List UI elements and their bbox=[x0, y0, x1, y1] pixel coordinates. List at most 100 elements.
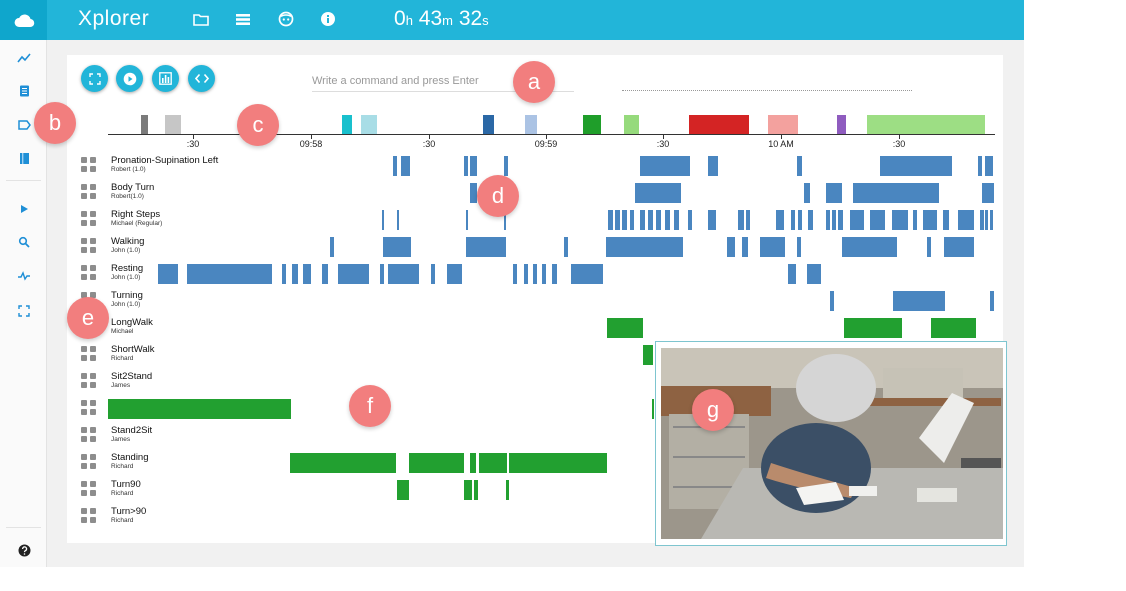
book-icon[interactable] bbox=[14, 148, 34, 168]
track-segment[interactable] bbox=[708, 210, 716, 230]
cloud-logo-icon[interactable] bbox=[0, 0, 47, 40]
track-segment[interactable] bbox=[338, 264, 369, 284]
track-control-button[interactable] bbox=[81, 373, 87, 379]
track-segment[interactable] bbox=[303, 264, 311, 284]
track-segment[interactable] bbox=[470, 453, 476, 473]
track-segment[interactable] bbox=[542, 264, 546, 284]
track-row[interactable]: Pronation-Supination Left Robert (1.0) bbox=[80, 155, 1000, 182]
track-segment[interactable] bbox=[397, 210, 399, 230]
track-segment[interactable] bbox=[606, 237, 654, 257]
track-control-button[interactable] bbox=[90, 517, 96, 523]
overview-block[interactable] bbox=[583, 115, 601, 134]
track-row[interactable]: Turning John (1.0) bbox=[80, 290, 1000, 317]
track-segment[interactable] bbox=[552, 264, 557, 284]
track-segment[interactable] bbox=[797, 237, 801, 257]
track-segment[interactable] bbox=[798, 210, 802, 230]
track-control-button[interactable] bbox=[81, 463, 87, 469]
track-control-button[interactable] bbox=[90, 508, 96, 514]
track-control-button[interactable] bbox=[90, 355, 96, 361]
track-segment[interactable] bbox=[571, 264, 603, 284]
track-segment[interactable] bbox=[533, 264, 537, 284]
track-control-button[interactable] bbox=[90, 247, 96, 253]
track-control-button[interactable] bbox=[81, 238, 87, 244]
track-segment[interactable] bbox=[470, 156, 477, 176]
overview-block[interactable] bbox=[624, 115, 639, 134]
track-control-button[interactable] bbox=[90, 373, 96, 379]
track-segment[interactable] bbox=[474, 480, 478, 500]
track-segment[interactable] bbox=[187, 264, 272, 284]
track-segment[interactable] bbox=[643, 345, 653, 365]
track-segment[interactable] bbox=[431, 264, 435, 284]
track-control-button[interactable] bbox=[90, 463, 96, 469]
track-segment[interactable] bbox=[990, 291, 994, 311]
track-control-button[interactable] bbox=[90, 265, 96, 271]
waveform-icon[interactable] bbox=[14, 266, 34, 286]
track-segment[interactable] bbox=[564, 237, 568, 257]
track-control-button[interactable] bbox=[90, 427, 96, 433]
track-segment[interactable] bbox=[923, 210, 937, 230]
track-segment[interactable] bbox=[290, 453, 396, 473]
track-control-button[interactable] bbox=[90, 346, 96, 352]
track-control-button[interactable] bbox=[90, 184, 96, 190]
overview-block[interactable] bbox=[141, 115, 148, 134]
track-segment[interactable] bbox=[479, 453, 507, 473]
track-control-button[interactable] bbox=[81, 427, 87, 433]
track-segment[interactable] bbox=[506, 480, 509, 500]
overview-block[interactable] bbox=[483, 115, 494, 134]
track-segment[interactable] bbox=[893, 291, 945, 311]
track-segment[interactable] bbox=[398, 237, 411, 257]
track-control-button[interactable] bbox=[90, 238, 96, 244]
track-segment[interactable] bbox=[931, 318, 976, 338]
overview-block[interactable] bbox=[837, 115, 846, 134]
overview-block[interactable] bbox=[342, 115, 352, 134]
track-segment[interactable] bbox=[322, 264, 328, 284]
track-control-button[interactable] bbox=[81, 490, 87, 496]
track-segment[interactable] bbox=[654, 237, 683, 257]
track-segment[interactable] bbox=[927, 237, 931, 257]
overview-block[interactable] bbox=[525, 115, 537, 134]
play-icon[interactable] bbox=[14, 199, 34, 219]
overview-block[interactable] bbox=[361, 115, 377, 134]
track-control-button[interactable] bbox=[81, 247, 87, 253]
track-segment[interactable] bbox=[397, 480, 409, 500]
track-segment[interactable] bbox=[409, 453, 464, 473]
track-control-button[interactable] bbox=[81, 508, 87, 514]
track-segment[interactable] bbox=[870, 210, 885, 230]
track-control-button[interactable] bbox=[81, 409, 87, 415]
fullscreen-icon[interactable] bbox=[14, 301, 34, 321]
play-button[interactable] bbox=[116, 65, 143, 92]
track-control-button[interactable] bbox=[81, 400, 87, 406]
track-segment[interactable] bbox=[292, 264, 298, 284]
fullscreen-button[interactable] bbox=[81, 65, 108, 92]
track-segment[interactable] bbox=[466, 210, 468, 230]
track-segment[interactable] bbox=[108, 399, 291, 419]
track-segment[interactable] bbox=[788, 264, 796, 284]
track-segment[interactable] bbox=[524, 264, 528, 284]
track-segment[interactable] bbox=[708, 156, 718, 176]
track-control-button[interactable] bbox=[90, 481, 96, 487]
track-control-button[interactable] bbox=[81, 355, 87, 361]
track-segment[interactable] bbox=[447, 264, 462, 284]
track-segment[interactable] bbox=[742, 237, 748, 257]
track-segment[interactable] bbox=[635, 183, 681, 203]
track-control-button[interactable] bbox=[90, 409, 96, 415]
track-segment[interactable] bbox=[943, 210, 949, 230]
track-control-button[interactable] bbox=[90, 166, 96, 172]
track-segment[interactable] bbox=[760, 237, 785, 257]
track-segment[interactable] bbox=[776, 210, 784, 230]
track-segment[interactable] bbox=[842, 237, 897, 257]
track-segment[interactable] bbox=[844, 318, 902, 338]
track-segment[interactable] bbox=[850, 210, 864, 230]
track-segment[interactable] bbox=[958, 210, 974, 230]
track-segment[interactable] bbox=[674, 210, 679, 230]
track-control-button[interactable] bbox=[90, 274, 96, 280]
track-segment[interactable] bbox=[944, 237, 974, 257]
track-segment[interactable] bbox=[797, 156, 802, 176]
track-segment[interactable] bbox=[282, 264, 286, 284]
track-control-button[interactable] bbox=[81, 157, 87, 163]
video-frame[interactable] bbox=[661, 348, 1003, 539]
track-control-button[interactable] bbox=[81, 265, 87, 271]
track-segment[interactable] bbox=[892, 210, 908, 230]
track-segment[interactable] bbox=[791, 210, 795, 230]
track-segment[interactable] bbox=[826, 210, 830, 230]
